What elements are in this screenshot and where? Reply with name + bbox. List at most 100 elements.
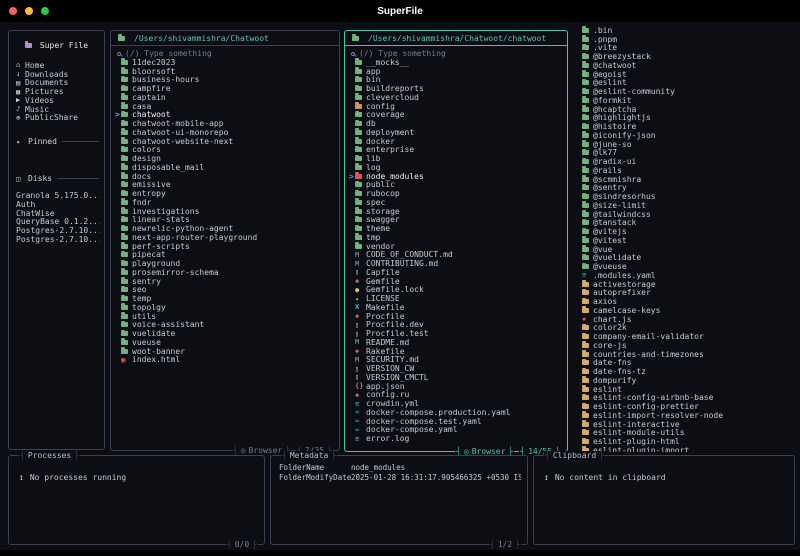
file-row[interactable]: error.log bbox=[348, 434, 567, 443]
file-row[interactable]: config bbox=[348, 102, 567, 111]
file-row[interactable]: clevercloud bbox=[348, 93, 567, 102]
file-row[interactable]: @vueuse bbox=[575, 262, 797, 271]
file-row[interactable]: @june-so bbox=[575, 140, 797, 149]
file-row[interactable]: core-js bbox=[575, 341, 797, 350]
file-row[interactable]: storage bbox=[348, 207, 567, 216]
file-row[interactable]: theme bbox=[348, 224, 567, 233]
file-row[interactable]: @eslint-community bbox=[575, 87, 797, 96]
file-row[interactable]: sentry bbox=[114, 277, 339, 286]
file-row[interactable]: colors bbox=[114, 146, 339, 154]
file-row[interactable]: buildreports bbox=[348, 84, 567, 93]
file-row[interactable]: Capfile bbox=[348, 268, 567, 277]
file-row[interactable]: casa bbox=[114, 102, 339, 111]
file-row[interactable]: @rails bbox=[575, 166, 797, 175]
file-row[interactable]: Rakefile bbox=[348, 347, 567, 356]
file-row[interactable]: .vite bbox=[575, 44, 797, 52]
panel1-search-input[interactable]: (/) Type something bbox=[111, 49, 339, 58]
file-row[interactable]: next-app-router-playground bbox=[114, 233, 339, 242]
file-row[interactable]: company-email-validator bbox=[575, 332, 797, 341]
file-row[interactable]: eslint-import-resolver-node bbox=[575, 411, 797, 420]
file-row[interactable]: linear-stats bbox=[114, 216, 339, 224]
file-row[interactable]: seo bbox=[114, 286, 339, 294]
file-row[interactable]: docs bbox=[114, 172, 339, 181]
file-row[interactable]: @eslint bbox=[575, 79, 797, 87]
disk-item[interactable]: Granola 5.175.0... bbox=[13, 191, 100, 200]
file-row[interactable]: vueuse bbox=[114, 338, 339, 347]
file-row[interactable]: tmp bbox=[348, 233, 567, 242]
file-row[interactable]: @lk77 bbox=[575, 149, 797, 157]
file-row[interactable]: @histoire bbox=[575, 122, 797, 131]
file-row[interactable]: CONTRIBUTING.md bbox=[348, 259, 567, 268]
file-row[interactable]: @highlightjs bbox=[575, 114, 797, 122]
disk-item[interactable]: Auth bbox=[13, 200, 100, 209]
file-row[interactable]: spec bbox=[348, 198, 567, 207]
file-row[interactable]: campfire bbox=[114, 84, 339, 93]
file-row[interactable]: disposable_mail bbox=[114, 163, 339, 172]
file-row[interactable]: vendor bbox=[348, 242, 567, 251]
file-row[interactable]: eslint-plugin-import bbox=[575, 446, 797, 452]
file-row[interactable]: @vuelidate bbox=[575, 254, 797, 262]
file-row[interactable]: Makefile bbox=[348, 303, 567, 312]
file-row[interactable]: config.ru bbox=[348, 391, 567, 400]
sidebar-item-publicshare[interactable]: ⊕ PublicShare bbox=[13, 114, 100, 123]
file-row[interactable]: @tailwindcss bbox=[575, 210, 797, 219]
file-row[interactable]: public bbox=[348, 181, 567, 189]
file-row[interactable]: @tanstack bbox=[575, 219, 797, 227]
file-row[interactable]: fndr bbox=[114, 198, 339, 207]
file-row[interactable]: @iconify-json bbox=[575, 131, 797, 140]
file-row[interactable]: chart.js bbox=[575, 315, 797, 324]
file-row[interactable]: deployment bbox=[348, 128, 567, 137]
file-row[interactable]: crowdin.yml bbox=[348, 399, 567, 408]
file-row[interactable]: activestorage bbox=[575, 280, 797, 289]
disk-item[interactable]: QueryBase 0.1.2... bbox=[13, 218, 100, 227]
file-row[interactable]: eslint-config-airbnb-base bbox=[575, 394, 797, 402]
sidebar-item-pictures[interactable]: ▦ Pictures bbox=[13, 87, 100, 96]
file-row[interactable]: topolgy bbox=[114, 303, 339, 312]
file-row[interactable]: @formkit bbox=[575, 96, 797, 105]
file-row[interactable]: prosemirror-schema bbox=[114, 268, 339, 277]
file-row[interactable]: bloorsoft bbox=[114, 67, 339, 76]
file-row[interactable]: @breezystack bbox=[575, 52, 797, 61]
file-row[interactable]: countries-and-timezones bbox=[575, 350, 797, 359]
file-row[interactable]: design bbox=[114, 154, 339, 163]
file-row[interactable]: investigations bbox=[114, 207, 339, 216]
file-row[interactable]: README.md bbox=[348, 338, 567, 347]
file-row[interactable]: .modules.yaml bbox=[575, 271, 797, 280]
file-row[interactable]: date-fns bbox=[575, 359, 797, 367]
file-row[interactable]: dompurify bbox=[575, 376, 797, 385]
file-row[interactable]: @radix-ui bbox=[575, 157, 797, 166]
file-row[interactable]: db bbox=[348, 119, 567, 128]
file-row[interactable]: VERSION_CMCTL bbox=[348, 373, 567, 382]
disk-item[interactable]: ChatWise bbox=[13, 209, 100, 218]
file-row[interactable]: @vitejs bbox=[575, 227, 797, 236]
file-row[interactable]: Gemfile.lock bbox=[348, 286, 567, 295]
file-row[interactable]: color2k bbox=[575, 324, 797, 332]
file-row[interactable]: lib bbox=[348, 154, 567, 163]
file-row[interactable]: woot-banner bbox=[114, 347, 339, 356]
file-row[interactable]: utils bbox=[114, 312, 339, 321]
file-row[interactable]: business-hours bbox=[114, 76, 339, 84]
file-row[interactable]: > node_modules bbox=[348, 172, 567, 181]
disk-item[interactable]: Postgres-2.7.10... bbox=[13, 226, 100, 235]
sidebar-item-home[interactable]: ⌂ Home bbox=[13, 61, 100, 70]
file-row[interactable]: 11dec2023 bbox=[114, 58, 339, 67]
file-row[interactable]: Procfile bbox=[348, 312, 567, 321]
file-row[interactable]: docker bbox=[348, 137, 567, 146]
file-row[interactable]: @vitest bbox=[575, 236, 797, 245]
file-row[interactable]: voice-assistant bbox=[114, 321, 339, 329]
file-row[interactable]: @hcaptcha bbox=[575, 105, 797, 114]
file-row[interactable]: eslint-module-utils bbox=[575, 429, 797, 437]
file-row[interactable]: date-fns-tz bbox=[575, 367, 797, 376]
file-row[interactable]: swagger bbox=[348, 216, 567, 224]
file-row[interactable]: log bbox=[348, 163, 567, 172]
file-row[interactable]: chatwoot-ui-monorepo bbox=[114, 128, 339, 137]
file-row[interactable]: captain bbox=[114, 93, 339, 102]
file-row[interactable]: CODE_OF_CONDUCT.md bbox=[348, 251, 567, 260]
file-row[interactable]: @vue bbox=[575, 245, 797, 254]
file-row[interactable]: @sentry bbox=[575, 184, 797, 192]
file-row[interactable]: autoprefixer bbox=[575, 289, 797, 297]
file-row[interactable]: bin bbox=[348, 76, 567, 84]
sidebar-item-videos[interactable]: ▶ Videos bbox=[13, 96, 100, 105]
file-row[interactable]: Procfile.test bbox=[348, 329, 567, 338]
file-row[interactable]: chatwoot-website-next bbox=[114, 137, 339, 146]
